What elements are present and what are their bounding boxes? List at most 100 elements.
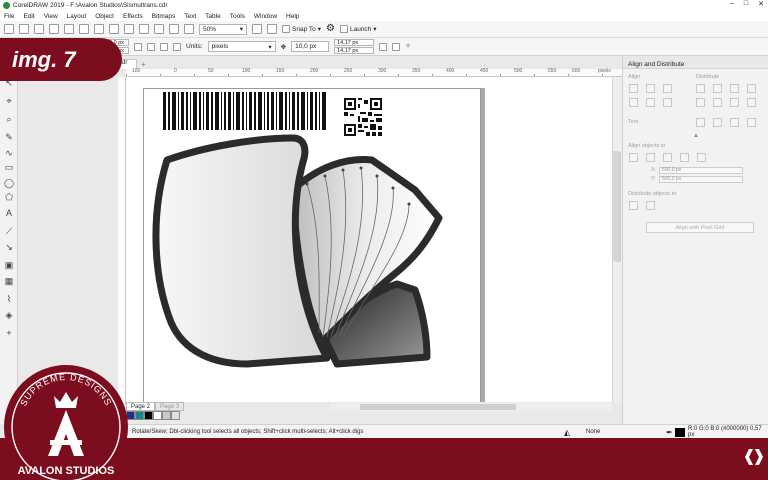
parallel-dimension-icon[interactable]: ⟋ [4, 226, 14, 236]
book-illustration[interactable] [147, 132, 457, 370]
docker-scrollbar[interactable] [612, 151, 619, 261]
shape-tool-icon[interactable]: ⌖ [4, 96, 14, 106]
open-icon[interactable] [19, 24, 29, 34]
distribute-right-icon[interactable] [747, 84, 756, 93]
align-pixel-grid-button[interactable]: Align with Pixel Grid [646, 222, 754, 233]
page-extent-icon[interactable] [646, 201, 655, 210]
distribute-left-icon[interactable] [696, 84, 705, 93]
current-page-icon[interactable] [173, 42, 181, 51]
specified-point-icon[interactable] [697, 153, 706, 162]
distribute-center-icon[interactable] [713, 84, 722, 93]
drop-shadow-icon[interactable]: ▣ [4, 260, 14, 270]
artistic-media-icon[interactable]: ∿ [4, 148, 14, 158]
save-icon[interactable] [34, 24, 44, 34]
print-icon[interactable] [49, 24, 59, 34]
menu-table[interactable]: Table [205, 13, 221, 20]
horizontal-scrollbar[interactable] [330, 403, 612, 411]
menu-layout[interactable]: Layout [67, 13, 87, 20]
cut-icon[interactable] [64, 24, 74, 34]
grid-icon[interactable] [680, 153, 689, 162]
paste-icon[interactable] [94, 24, 104, 34]
text-baseline-last-icon[interactable] [713, 118, 722, 127]
minimize-button[interactable]: – [730, 0, 734, 8]
page-center-icon[interactable] [663, 153, 672, 162]
add-tool-icon[interactable]: + [4, 328, 14, 338]
align-right-icon[interactable] [663, 84, 672, 93]
menu-object[interactable]: Object [95, 13, 114, 20]
units-icon[interactable] [379, 42, 388, 51]
text-tool-icon[interactable]: A [4, 208, 14, 218]
distribute-vspacing-icon[interactable] [730, 98, 739, 107]
align-top-icon[interactable] [629, 98, 638, 107]
palette-swatch[interactable] [162, 411, 171, 420]
undo-icon[interactable] [109, 24, 119, 34]
page-landscape-icon[interactable] [147, 42, 155, 51]
redo-icon[interactable] [124, 24, 134, 34]
active-objects-icon[interactable] [629, 153, 638, 162]
gear-icon[interactable]: ⚙ [326, 24, 335, 34]
qr-code-graphic[interactable] [344, 98, 382, 136]
export-icon[interactable] [169, 24, 179, 34]
maximize-button[interactable]: □ [744, 0, 748, 8]
align-center-vertical-icon[interactable] [646, 98, 655, 107]
menu-help[interactable]: Help [286, 13, 299, 20]
duplicate-x-field[interactable]: 14,17 px [334, 39, 375, 46]
horizontal-scroll-thumb[interactable] [360, 404, 516, 410]
palette-swatch[interactable] [171, 411, 180, 420]
outline-pen-icon[interactable]: ✒ [666, 428, 673, 437]
all-pages-icon[interactable] [160, 42, 168, 51]
align-y-field[interactable]: 500,0 px [659, 176, 743, 183]
connector-tool-icon[interactable]: ↘ [4, 242, 14, 252]
close-button[interactable]: ✕ [758, 0, 764, 8]
distribute-spacing-icon[interactable] [730, 84, 739, 93]
transparency-tool-icon[interactable]: ▦ [4, 276, 14, 286]
copy-icon[interactable] [79, 24, 89, 34]
palette-swatch[interactable] [144, 411, 153, 420]
menu-file[interactable]: File [4, 13, 14, 20]
import-icon[interactable] [154, 24, 164, 34]
nudge-distance-field[interactable]: 10,0 px [291, 41, 330, 52]
zoom-level-dropdown[interactable]: 50% ▾ [199, 23, 247, 35]
publish-pdf-icon[interactable] [184, 24, 194, 34]
align-bottom-icon[interactable] [663, 98, 672, 107]
palette-swatch[interactable] [153, 411, 162, 420]
selection-extent-icon[interactable] [629, 201, 638, 210]
menu-bitmaps[interactable]: Bitmaps [152, 13, 175, 20]
distribute-middle-icon[interactable] [713, 98, 722, 107]
ellipse-tool-icon[interactable]: ◯ [4, 178, 14, 188]
page-tab-3[interactable]: Page 3 [155, 402, 185, 411]
search-content-icon[interactable] [139, 24, 149, 34]
eyedropper-icon[interactable]: ⌇ [4, 294, 14, 304]
page-edge-icon[interactable] [646, 153, 655, 162]
interactive-fill-icon[interactable]: ◈ [4, 310, 14, 320]
show-rulers-icon[interactable] [267, 24, 277, 34]
text-bbox-icon[interactable] [730, 118, 739, 127]
align-x-field[interactable]: 500,0 px [659, 167, 743, 174]
menu-text[interactable]: Text [184, 13, 196, 20]
menu-view[interactable]: View [44, 13, 58, 20]
align-left-icon[interactable] [629, 84, 638, 93]
fill-bucket-icon[interactable]: ◭ [564, 428, 570, 437]
zoom-tool-icon[interactable]: ⌕ [4, 114, 14, 124]
duplicate-y-field[interactable]: 14,17 px [334, 47, 375, 54]
menu-effects[interactable]: Effects [123, 13, 143, 20]
new-document-icon[interactable] [4, 24, 14, 34]
units-dropdown[interactable]: pixels ▾ [207, 41, 276, 52]
collapse-chevron-icon[interactable]: ▲ [693, 133, 699, 139]
menu-tools[interactable]: Tools [230, 13, 245, 20]
full-screen-icon[interactable] [252, 24, 262, 34]
align-center-horizontal-icon[interactable] [646, 84, 655, 93]
edit-icon[interactable] [392, 42, 401, 51]
barcode-graphic[interactable] [163, 92, 327, 130]
distribute-top-icon[interactable] [696, 98, 705, 107]
freehand-tool-icon[interactable]: ✎ [4, 132, 14, 142]
text-outline-icon[interactable] [747, 118, 756, 127]
polygon-tool-icon[interactable]: ⬠ [4, 192, 14, 202]
snap-to-dropdown[interactable]: Snap To ▾ [282, 25, 321, 33]
page-portrait-icon[interactable] [134, 42, 142, 51]
add-icon[interactable]: + [405, 41, 411, 52]
distribute-bottom-icon[interactable] [747, 98, 756, 107]
text-baseline-first-icon[interactable] [696, 118, 705, 127]
menu-edit[interactable]: Edit [23, 13, 34, 20]
palette-swatch[interactable] [135, 411, 144, 420]
